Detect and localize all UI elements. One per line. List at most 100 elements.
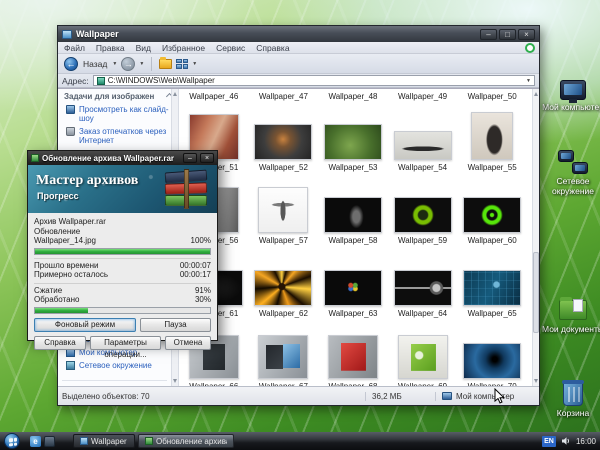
- file-progress-bar: [34, 248, 211, 255]
- taskbar: e Wallpaper Обновление архива... EN 16:0…: [0, 432, 600, 450]
- thumbnail-image: [471, 112, 513, 160]
- menu-file[interactable]: Файл: [64, 43, 85, 53]
- file-name: Wallpaper_58: [328, 236, 377, 245]
- scroll-up-icon[interactable]: [534, 92, 538, 96]
- desktop-icon-network[interactable]: Сетевое окружение: [541, 150, 600, 196]
- processed-label: Обработано: [34, 295, 79, 305]
- file-item[interactable]: Wallpaper_50: [457, 89, 527, 101]
- file-name: Wallpaper_65: [468, 309, 517, 318]
- place-network[interactable]: Сетевое окружение: [58, 359, 171, 372]
- forward-dropdown-icon[interactable]: ▼: [139, 61, 144, 67]
- taskbar-button-wallpaper[interactable]: Wallpaper: [73, 434, 135, 448]
- dialog-minimize-button[interactable]: –: [183, 153, 197, 163]
- background-mode-button[interactable]: Фоновый режим: [34, 318, 136, 332]
- toolbar-separator: [151, 57, 152, 71]
- file-item[interactable]: Wallpaper_68: [318, 320, 388, 386]
- elapsed-label: Прошло времени: [34, 261, 98, 271]
- folder-up-icon[interactable]: [159, 59, 172, 69]
- printer-icon: [66, 127, 75, 136]
- forward-button-icon[interactable]: →: [121, 57, 135, 71]
- views-icon[interactable]: [176, 59, 188, 69]
- tasks-section-header[interactable]: Задачи для изображен: [58, 89, 178, 103]
- slideshow-icon: [66, 105, 75, 114]
- desktop-icon-my-documents[interactable]: Мои документы: [541, 300, 600, 334]
- thumbnail-image: [324, 270, 382, 306]
- file-item[interactable]: Wallpaper_49: [388, 89, 458, 101]
- start-button[interactable]: [4, 433, 20, 449]
- divider: [34, 258, 211, 259]
- processed-value: 30%: [195, 295, 211, 305]
- file-item[interactable]: Wallpaper_70: [457, 320, 527, 386]
- desktop-icon-label: Сетевое окружение: [541, 176, 600, 196]
- file-item[interactable]: Wallpaper_57: [249, 174, 319, 247]
- task-slideshow[interactable]: Просмотреть как слайд-шоу: [58, 103, 178, 125]
- file-name: Wallpaper_52: [259, 163, 308, 172]
- file-item[interactable]: Wallpaper_46: [179, 89, 249, 101]
- file-item[interactable]: Wallpaper_60: [457, 174, 527, 247]
- back-dropdown-icon[interactable]: ▼: [112, 61, 117, 67]
- file-item[interactable]: Wallpaper_63: [318, 247, 388, 320]
- file-item[interactable]: Wallpaper_67: [249, 320, 319, 386]
- file-item[interactable]: Wallpaper_53: [318, 101, 388, 174]
- back-button-label[interactable]: Назад: [83, 59, 107, 69]
- dialog-title: Обновление архива Wallpaper.rar: [42, 154, 180, 163]
- file-item[interactable]: Wallpaper_52: [249, 101, 319, 174]
- file-item[interactable]: Wallpaper_64: [388, 247, 458, 320]
- file-item[interactable]: Wallpaper_54: [388, 101, 458, 174]
- show-desktop-icon[interactable]: [44, 436, 55, 447]
- file-item[interactable]: Wallpaper_55: [457, 101, 527, 174]
- network-icon: [66, 361, 75, 370]
- file-item[interactable]: Wallpaper_58: [318, 174, 388, 247]
- explorer-titlebar[interactable]: Wallpaper – □ ×: [58, 26, 539, 42]
- desktop-icon-recycle-bin[interactable]: Корзина: [541, 382, 600, 418]
- scroll-down-icon[interactable]: [173, 379, 177, 383]
- menu-tools[interactable]: Сервис: [216, 43, 245, 53]
- file-item[interactable]: Wallpaper_47: [249, 89, 319, 101]
- quick-launch: e: [30, 436, 55, 447]
- menu-favorites[interactable]: Избранное: [162, 43, 205, 53]
- compression-label: Сжатие: [34, 286, 62, 296]
- address-dropdown-icon[interactable]: ▼: [526, 78, 531, 84]
- file-item[interactable]: Wallpaper_48: [318, 89, 388, 101]
- cancel-button[interactable]: Отмена: [165, 336, 211, 350]
- menu-view[interactable]: Вид: [136, 43, 151, 53]
- menu-edit[interactable]: Правка: [96, 43, 125, 53]
- operation-options-button[interactable]: Параметры операции...: [90, 336, 161, 350]
- clock[interactable]: 16:00: [576, 437, 596, 446]
- task-order-prints[interactable]: Заказ отпечатков через Интернет: [58, 125, 178, 147]
- internet-explorer-icon[interactable]: e: [30, 436, 41, 447]
- thumbnail-image: [258, 187, 308, 233]
- file-name: Wallpaper_46: [189, 92, 238, 101]
- file-item[interactable]: Wallpaper_59: [388, 174, 458, 247]
- back-button-icon[interactable]: ←: [64, 57, 78, 71]
- scroll-up-icon[interactable]: [173, 92, 177, 96]
- books-icon: [165, 169, 209, 209]
- views-dropdown-icon[interactable]: ▼: [192, 61, 197, 67]
- grid-scrollbar[interactable]: [532, 89, 539, 386]
- close-button[interactable]: ×: [518, 29, 535, 40]
- scroll-down-icon[interactable]: [534, 379, 538, 383]
- address-input[interactable]: C:\WINDOWS\Web\Wallpaper ▼: [93, 75, 535, 86]
- scrollbar-thumb[interactable]: [533, 252, 539, 332]
- desktop: Мой компьютер Сетевое окружение Мои доку…: [0, 0, 600, 450]
- file-item[interactable]: Wallpaper_69: [388, 320, 458, 386]
- thumbnail-image: [254, 270, 312, 306]
- file-name: Wallpaper_57: [259, 236, 308, 245]
- address-bar: Адрес: C:\WINDOWS\Web\Wallpaper ▼: [58, 74, 539, 88]
- file-name: Wallpaper_50: [468, 92, 517, 101]
- desktop-icon-my-computer[interactable]: Мой компьютер: [541, 80, 600, 112]
- status-bar: Выделено объектов: 70 36,2 МБ Мой компью…: [58, 386, 539, 405]
- dialog-titlebar[interactable]: Обновление архива Wallpaper.rar – ×: [28, 151, 217, 165]
- pause-button[interactable]: Пауза: [140, 318, 211, 332]
- file-item[interactable]: Wallpaper_62: [249, 247, 319, 320]
- language-indicator[interactable]: EN: [542, 436, 556, 447]
- menu-help[interactable]: Справка: [256, 43, 289, 53]
- taskbar-button-archive[interactable]: Обновление архива...: [138, 434, 234, 448]
- window-title: Wallpaper: [76, 29, 480, 39]
- volume-icon[interactable]: [561, 436, 571, 446]
- dialog-close-button[interactable]: ×: [200, 153, 214, 163]
- minimize-button[interactable]: –: [480, 29, 497, 40]
- maximize-button[interactable]: □: [499, 29, 516, 40]
- help-button[interactable]: Справка: [34, 336, 86, 350]
- file-item[interactable]: Wallpaper_65: [457, 247, 527, 320]
